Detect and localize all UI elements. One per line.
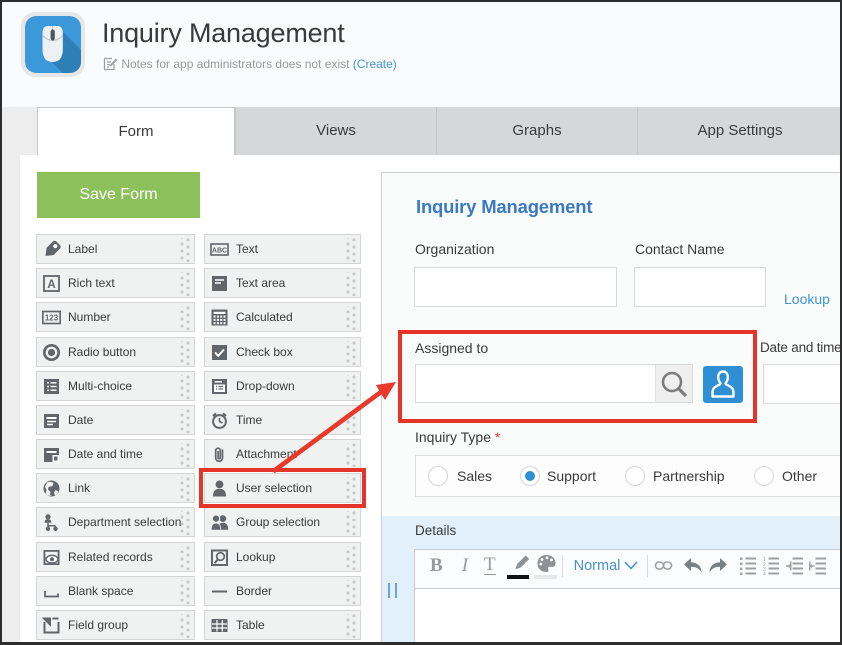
svg-text:ABC: ABC (212, 247, 227, 254)
svg-text:123: 123 (45, 313, 59, 322)
svg-text:4: 4 (763, 571, 766, 575)
svg-text:A: A (47, 279, 55, 291)
